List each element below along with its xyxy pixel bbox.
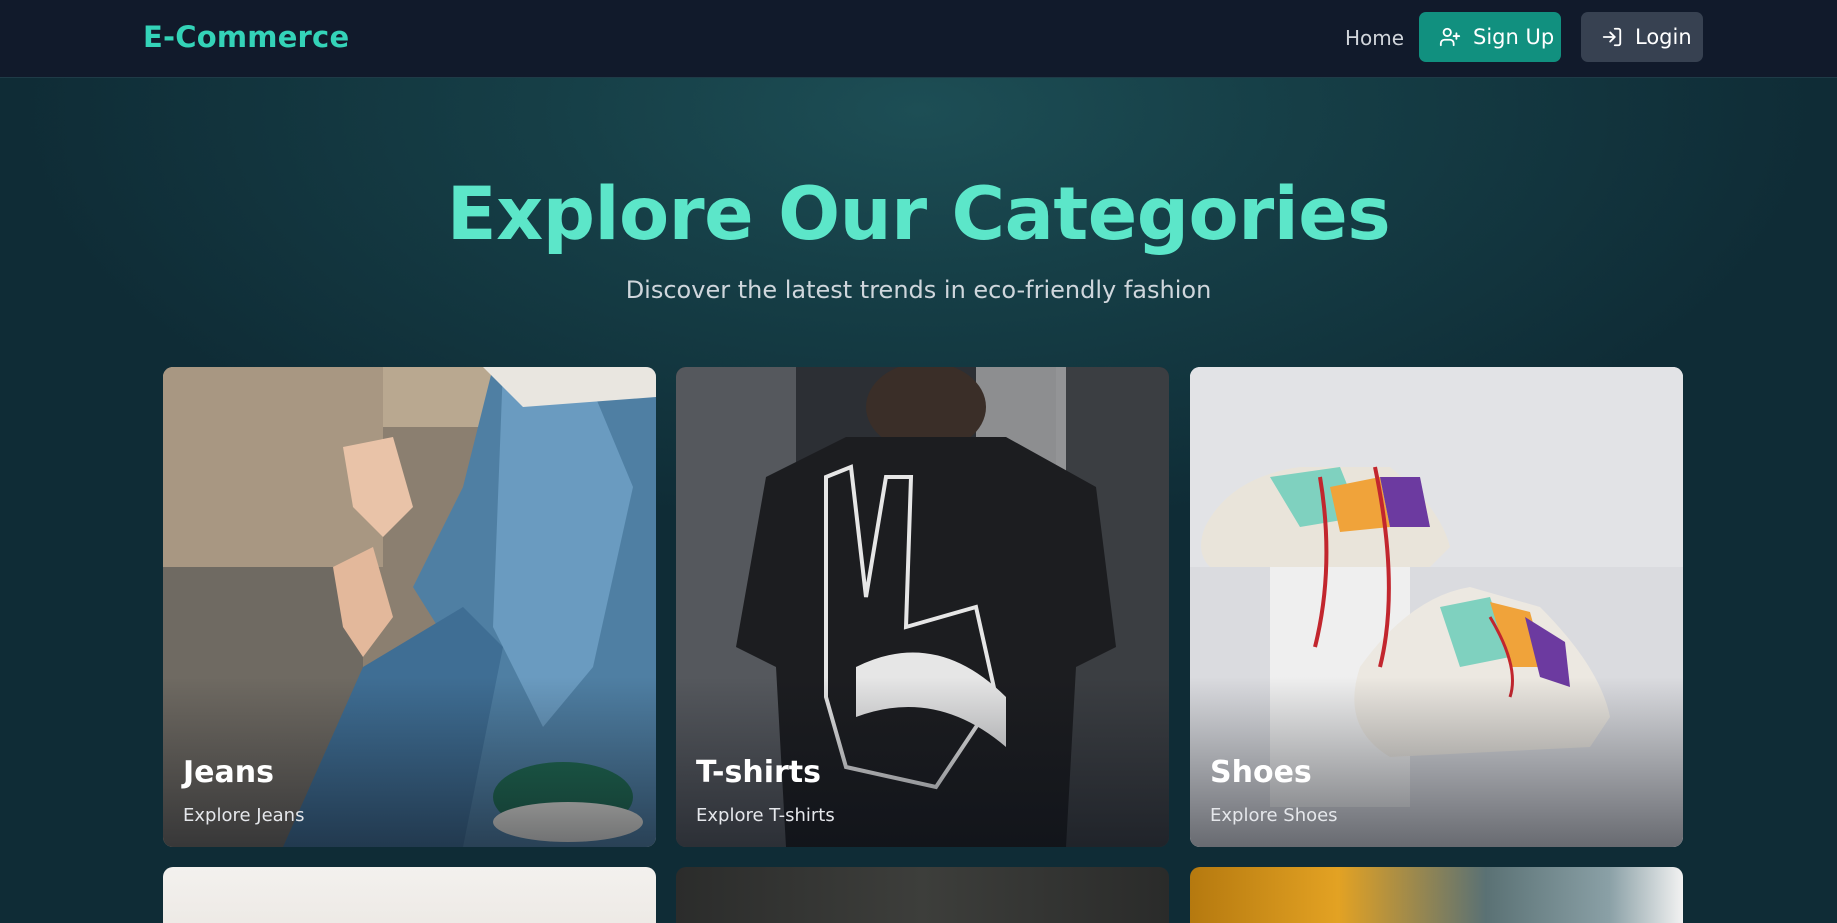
page-subtitle: Discover the latest trends in eco-friend… [625, 276, 1212, 304]
user-plus-icon [1439, 27, 1461, 47]
page-title: Explore Our Categories [446, 172, 1391, 257]
login-button[interactable]: Login [1581, 12, 1703, 62]
login-label: Login [1635, 25, 1692, 49]
category-card-tshirts[interactable]: T-shirts Explore T-shirts [676, 367, 1169, 847]
signup-label: Sign Up [1473, 25, 1555, 49]
category-title: Jeans [183, 755, 274, 790]
category-link[interactable]: Explore T-shirts [696, 805, 835, 826]
top-navbar: E-Commerce Home Sign Up Login [0, 0, 1837, 78]
category-card-partial-2[interactable] [676, 867, 1169, 923]
signup-button[interactable]: Sign Up [1419, 12, 1561, 62]
category-card-partial-1[interactable] [163, 867, 656, 923]
log-in-icon [1602, 27, 1622, 47]
category-link[interactable]: Explore Jeans [183, 805, 304, 826]
category-title: Shoes [1210, 755, 1312, 790]
category-card-jeans[interactable]: Jeans Explore Jeans [163, 367, 656, 847]
brand-logo[interactable]: E-Commerce [143, 20, 349, 54]
category-card-partial-3[interactable] [1190, 867, 1683, 923]
category-title: T-shirts [696, 755, 821, 790]
category-card-shoes[interactable]: Shoes Explore Shoes [1190, 367, 1683, 847]
category-link[interactable]: Explore Shoes [1210, 805, 1338, 826]
nav-home-link[interactable]: Home [1345, 26, 1404, 50]
